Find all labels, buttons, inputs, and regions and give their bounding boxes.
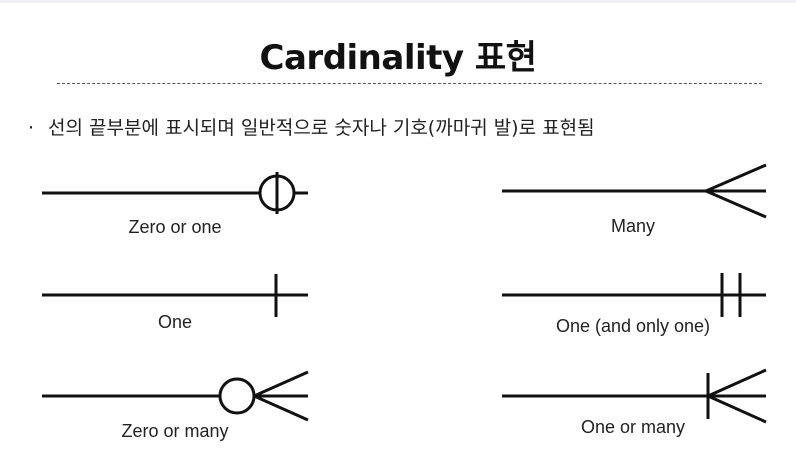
one-or-many-symbol: [502, 368, 767, 424]
label-zero-or-one: Zero or one: [128, 217, 221, 237]
many-symbol: [502, 163, 767, 219]
zero-or-many-symbol: [42, 370, 309, 422]
label-one: One: [158, 312, 192, 332]
zero-or-one-symbol: [42, 172, 308, 214]
crows-foot-upper: [705, 163, 767, 193]
crows-foot-lower: [253, 394, 309, 422]
crows-foot-upper: [253, 370, 309, 398]
label-one-or-many: One or many: [581, 417, 685, 437]
label-one-and-only-one: One (and only one): [556, 316, 710, 336]
label-many: Many: [611, 216, 655, 236]
crows-foot-upper: [707, 368, 767, 398]
crows-foot-lower: [705, 189, 767, 219]
cardinality-diagram: Zero or one One Zero or many Many One (a…: [42, 163, 767, 441]
one-symbol: [42, 274, 308, 317]
label-zero-or-many: Zero or many: [121, 421, 228, 441]
one-and-only-one-symbol: [502, 273, 766, 317]
crows-foot-lower: [707, 394, 767, 424]
zero-circle: [218, 377, 256, 415]
